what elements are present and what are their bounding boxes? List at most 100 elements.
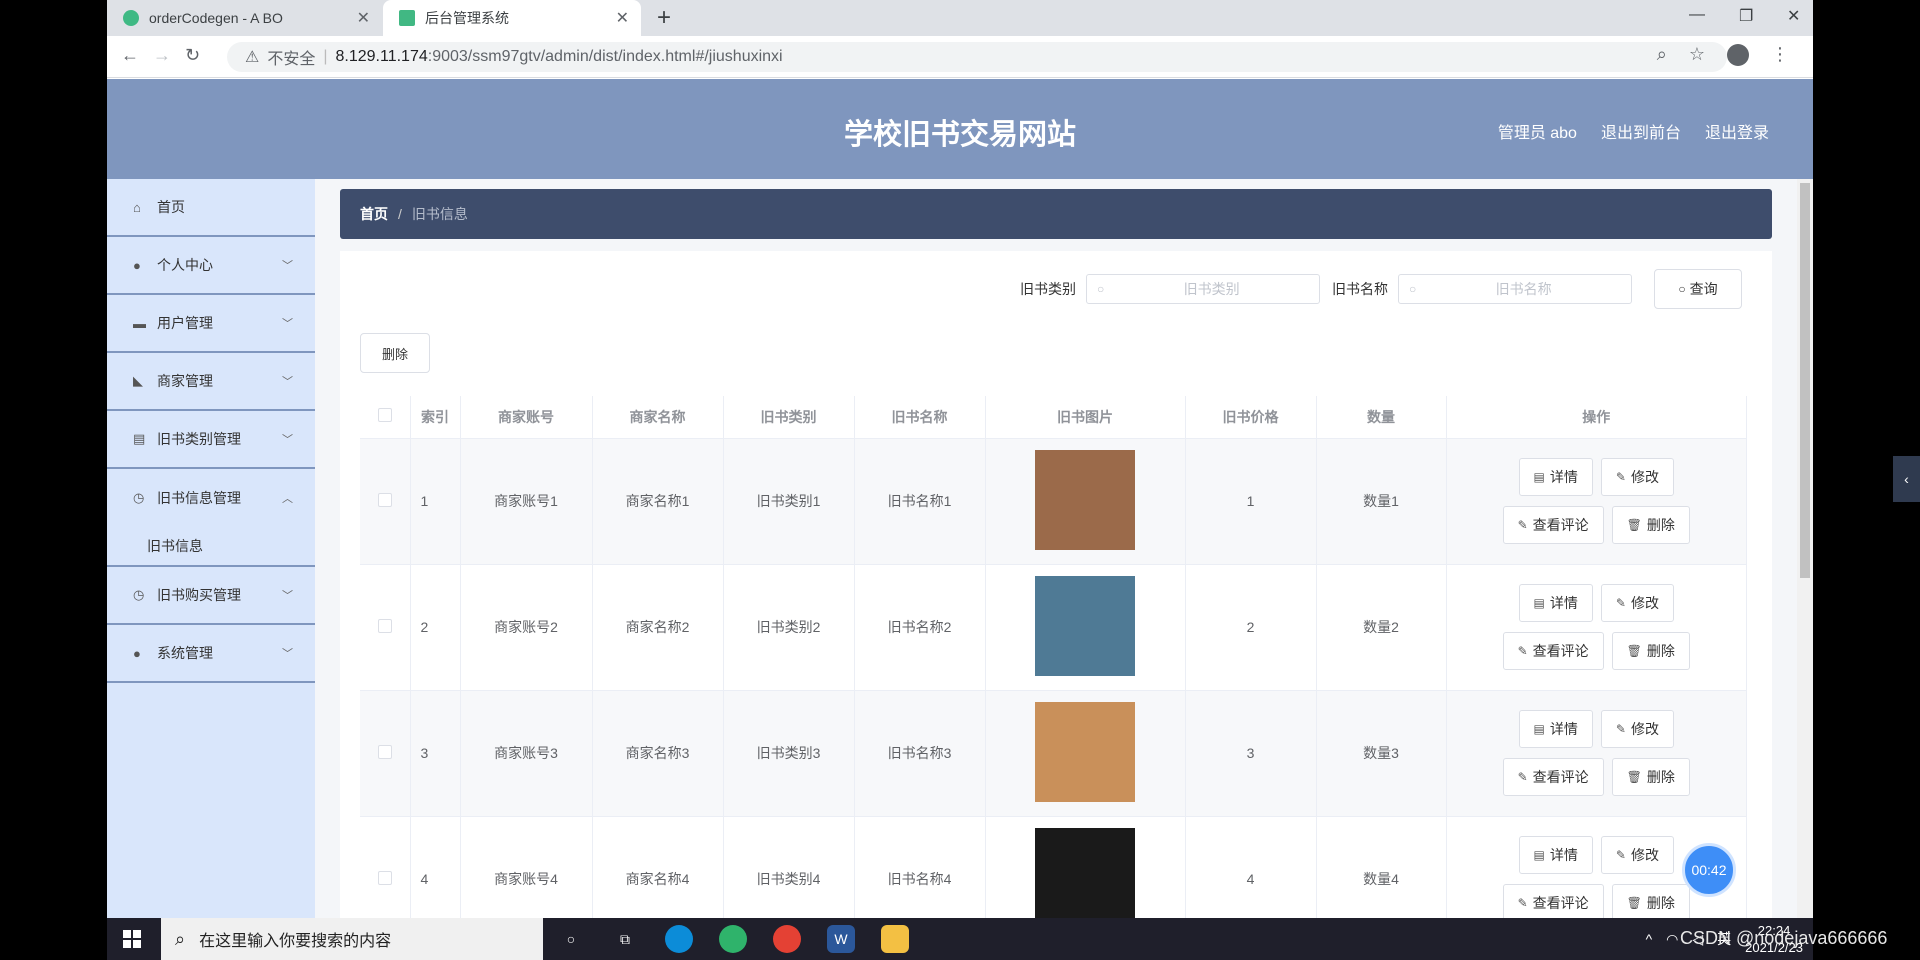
task-view-icon[interactable]: ⧉ (611, 925, 639, 953)
sidebar-item-book-info[interactable]: ◷ 旧书信息管理 ︿ (107, 469, 315, 527)
recording-timer[interactable]: 00:42 (1682, 843, 1736, 897)
trash-icon: 🗑 (1626, 896, 1642, 910)
sidebar-item-users[interactable]: ▬ 用户管理 ﹀ (107, 295, 315, 353)
edit-button[interactable]: ✎ 修改 (1600, 836, 1674, 874)
cell-account: 商家账号1 (460, 438, 593, 565)
sidebar-item-purchases[interactable]: ◷ 旧书购买管理 ﹀ (107, 567, 315, 625)
cell-index: 1 (410, 438, 461, 565)
row-checkbox[interactable] (377, 618, 392, 633)
folder-icon[interactable] (881, 925, 909, 953)
cortana-icon[interactable]: ○ (557, 925, 585, 953)
chrome-icon[interactable] (773, 925, 801, 953)
site-header: 学校旧书交易网站 管理员 abo 退出到前台 退出登录 (107, 79, 1813, 179)
exit-to-front-link[interactable]: 退出到前台 (1601, 119, 1681, 143)
url-path: :9003/ssm97gtv/admin/dist/index.html#/ji… (427, 48, 783, 65)
tab-ordercodegen[interactable]: orderCodegen - A BO ✕ (107, 0, 382, 36)
batch-delete-button[interactable]: 删除 (360, 333, 430, 373)
edge-icon[interactable] (665, 925, 693, 953)
view-comments-button[interactable]: ✎ 查看评论 (1502, 758, 1604, 796)
word-icon[interactable]: W (827, 925, 855, 953)
time-icon: ◷ (133, 587, 145, 602)
view-comments-button[interactable]: ✎ 查看评论 (1502, 884, 1604, 918)
forward-icon[interactable]: → (153, 45, 171, 66)
collapse-panel-tab[interactable]: ‹ (1893, 456, 1920, 502)
cell-account: 商家账号2 (460, 564, 593, 691)
restore-icon[interactable]: ❐ (1739, 6, 1753, 26)
tab-admin[interactable]: 后台管理系统 ✕ (383, 0, 641, 36)
wifi-icon[interactable]: ◠ (1666, 931, 1678, 948)
row-delete-button[interactable]: 🗑 删除 (1611, 632, 1690, 670)
detail-button[interactable]: ▤ 详情 (1518, 836, 1593, 874)
logout-link[interactable]: 退出登录 (1705, 119, 1769, 143)
tab-strip: orderCodegen - A BO ✕ 后台管理系统 ✕ + — ❐ ✕ (107, 0, 1813, 36)
row-select-cell (360, 690, 411, 817)
sidebar-item-merchants[interactable]: ◣ 商家管理 ﹀ (107, 353, 315, 411)
cell-qty: 数量1 (1316, 438, 1447, 565)
back-icon[interactable]: ← (121, 45, 139, 66)
briefcase-icon: ▬ (133, 315, 146, 331)
sidebar-item-system[interactable]: ● 系统管理 ﹀ (107, 625, 315, 683)
breadcrumb-home[interactable]: 首页 (360, 204, 388, 224)
app-icon[interactable] (719, 925, 747, 953)
pencil-icon: ✎ (1517, 896, 1528, 910)
query-button[interactable]: ○ 查询 (1654, 269, 1742, 309)
sidebar-item-book-categories[interactable]: ▤ 旧书类别管理 ﹀ (107, 411, 315, 469)
reload-icon[interactable]: ↻ (185, 45, 200, 66)
row-delete-button[interactable]: 🗑 删除 (1611, 884, 1690, 918)
minimize-icon[interactable]: — (1689, 6, 1705, 24)
sidebar-item-label: 用户管理 (157, 315, 213, 331)
name-search-input[interactable]: ○ 旧书名称 (1398, 274, 1632, 304)
star-icon[interactable]: ☆ (1689, 44, 1705, 66)
cell-price: 1 (1185, 438, 1317, 565)
row-select-cell (360, 816, 411, 918)
cell-category: 旧书类别2 (723, 564, 855, 691)
edit-button[interactable]: ✎ 修改 (1600, 584, 1674, 622)
col-image: 旧书图片 (985, 396, 1186, 439)
breadcrumb-separator: / (398, 206, 402, 222)
zoom-icon[interactable]: ⌕ (1657, 44, 1667, 66)
view-comments-button[interactable]: ✎ 查看评论 (1502, 506, 1604, 544)
address-bar[interactable]: ⚠ 不安全 | 8.129.11.174:9003/ssm97gtv/admin… (227, 42, 1727, 72)
row-checkbox[interactable] (377, 492, 392, 507)
profile-icon[interactable] (1727, 44, 1749, 66)
pencil-icon: ✎ (1615, 470, 1626, 484)
select-all-checkbox[interactable] (377, 408, 392, 423)
clock-icon: ◷ (133, 490, 145, 505)
row-checkbox[interactable] (377, 870, 392, 885)
menu-icon[interactable]: ⋮ (1771, 44, 1789, 66)
sidebar-subitem-book-info[interactable]: 旧书信息 (107, 527, 315, 567)
search-icon: ○ (1409, 282, 1417, 296)
windows-start-icon[interactable] (123, 930, 141, 948)
chevron-left-icon: ‹ (1904, 471, 1909, 487)
detail-button[interactable]: ▤ 详情 (1518, 458, 1593, 496)
row-delete-button[interactable]: 🗑 删除 (1611, 758, 1690, 796)
new-tab-button[interactable]: + (657, 4, 671, 32)
close-icon[interactable]: ✕ (357, 8, 370, 28)
taskbar-search[interactable]: ⌕ 在这里输入你要搜索的内容 (161, 918, 543, 960)
edit-button[interactable]: ✎ 修改 (1600, 710, 1674, 748)
cell-price: 3 (1185, 690, 1317, 817)
cell-index: 3 (410, 690, 461, 817)
page-scrollbar[interactable] (1797, 179, 1813, 918)
close-icon[interactable]: ✕ (616, 8, 629, 28)
breadcrumb: 首页 / 旧书信息 (340, 189, 1772, 239)
detail-button[interactable]: ▤ 详情 (1518, 584, 1593, 622)
sidebar-item-profile[interactable]: ● 个人中心 ﹀ (107, 237, 315, 295)
sidebar-item-home[interactable]: ⌂ 首页 (107, 179, 315, 237)
row-checkbox[interactable] (377, 744, 392, 759)
view-comments-button[interactable]: ✎ 查看评论 (1502, 632, 1604, 670)
close-window-icon[interactable]: ✕ (1787, 6, 1800, 26)
edit-button[interactable]: ✎ 修改 (1600, 458, 1674, 496)
document-icon: ▤ (1533, 470, 1545, 484)
taskbar-search-placeholder: 在这里输入你要搜索的内容 (199, 933, 392, 950)
row-select-cell (360, 564, 411, 691)
row-select-cell (360, 438, 411, 565)
scrollbar-thumb[interactable] (1800, 183, 1810, 578)
comments-label: 查看评论 (1532, 769, 1589, 785)
user-icon: ● (133, 257, 141, 273)
edit-label: 修改 (1630, 721, 1659, 737)
row-delete-button[interactable]: 🗑 删除 (1611, 506, 1690, 544)
detail-button[interactable]: ▤ 详情 (1518, 710, 1593, 748)
tray-chevron-icon[interactable]: ^ (1646, 931, 1653, 947)
category-search-input[interactable]: ○ 旧书类别 (1086, 274, 1320, 304)
